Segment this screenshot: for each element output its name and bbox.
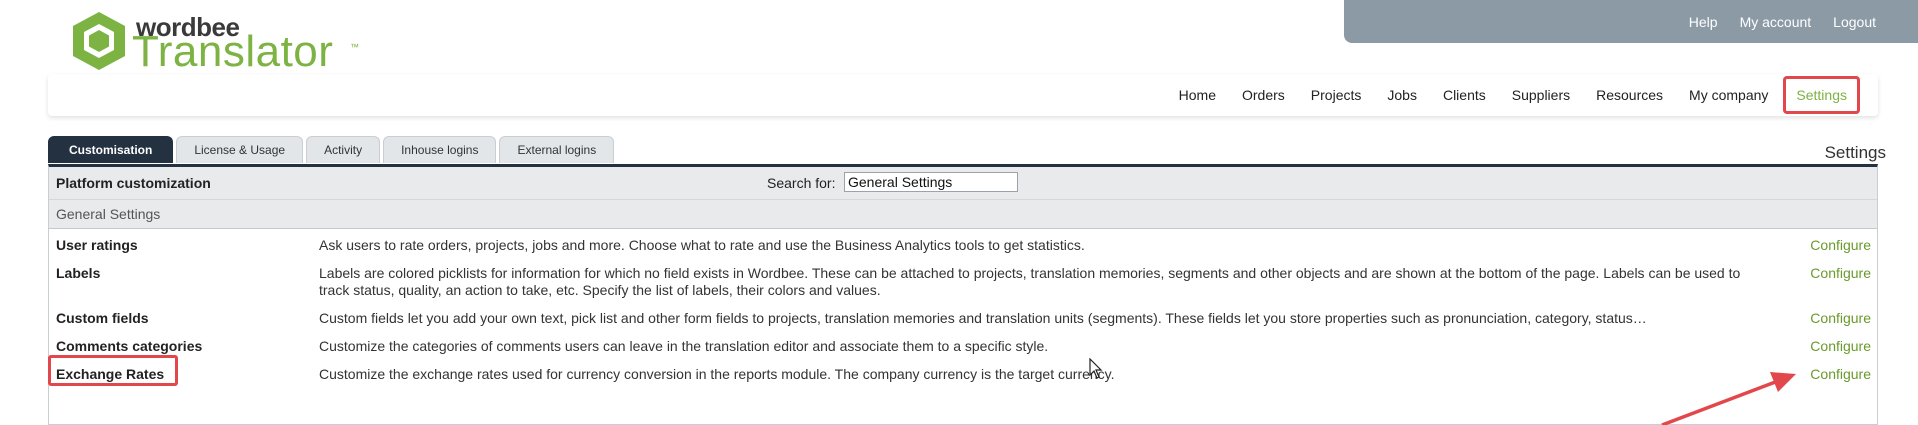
my-account-link[interactable]: My account	[1740, 14, 1812, 30]
section-header: General Settings	[49, 200, 1877, 229]
customization-panel: Platform customization Search for: Gener…	[48, 164, 1878, 425]
nav-suppliers[interactable]: Suppliers	[1499, 87, 1583, 103]
configure-link[interactable]: Configure	[1810, 310, 1871, 326]
row-description: Customize the exchange rates used for cu…	[319, 366, 1115, 382]
panel-title: Platform customization	[56, 175, 211, 191]
row-description: Customize the categories of comments use…	[319, 338, 1049, 354]
help-link[interactable]: Help	[1689, 14, 1718, 30]
logo-translator-text: Translator	[132, 27, 334, 76]
search-input[interactable]	[844, 172, 1018, 192]
mouse-cursor-icon	[1089, 358, 1103, 379]
nav-settings[interactable]: Settings	[1783, 76, 1860, 114]
configure-link[interactable]: Configure	[1810, 265, 1871, 281]
nav-jobs[interactable]: Jobs	[1374, 87, 1430, 103]
row-name: Labels	[56, 265, 101, 281]
row-description: Ask users to rate orders, projects, jobs…	[319, 237, 1085, 253]
tab-external-logins[interactable]: External logins	[499, 136, 615, 163]
nav-clients[interactable]: Clients	[1430, 87, 1499, 103]
nav-resources[interactable]: Resources	[1583, 87, 1676, 103]
nav-home[interactable]: Home	[1166, 87, 1229, 103]
trademark-symbol: ™	[350, 42, 359, 52]
nav-orders[interactable]: Orders	[1229, 87, 1298, 103]
account-bar: Help My account Logout	[1344, 0, 1918, 43]
nav-projects[interactable]: Projects	[1298, 87, 1375, 103]
panel-header: Platform customization Search for:	[49, 167, 1877, 200]
hexagon-logo-icon	[73, 12, 125, 70]
section-title: General Settings	[56, 206, 161, 222]
nav-my-company[interactable]: My company	[1676, 87, 1781, 103]
configure-link[interactable]: Configure	[1810, 338, 1871, 354]
logout-link[interactable]: Logout	[1833, 14, 1876, 30]
wordbee-logo: wordbee Translator ™	[68, 6, 368, 76]
configure-link[interactable]: Configure	[1810, 237, 1871, 253]
row-name: Custom fields	[56, 310, 149, 326]
row-description: Labels are colored picklists for informa…	[319, 265, 1741, 298]
main-navigation: Home Orders Projects Jobs Clients Suppli…	[48, 74, 1878, 116]
search-label: Search for:	[767, 175, 836, 191]
row-name: Comments categories	[56, 338, 203, 354]
tab-activity[interactable]: Activity	[306, 136, 381, 163]
configure-link[interactable]: Configure	[1810, 366, 1871, 382]
tab-customisation[interactable]: Customisation	[48, 136, 174, 163]
tab-license-usage[interactable]: License & Usage	[176, 136, 304, 163]
settings-tabs: Customisation License & Usage Activity I…	[48, 136, 615, 164]
tab-inhouse-logins[interactable]: Inhouse logins	[383, 136, 497, 163]
row-name: User ratings	[56, 237, 138, 253]
exchange-rates-highlight	[48, 355, 178, 386]
page-title: Settings	[1824, 143, 1886, 162]
row-description: Custom fields let you add your own text,…	[319, 310, 1647, 326]
